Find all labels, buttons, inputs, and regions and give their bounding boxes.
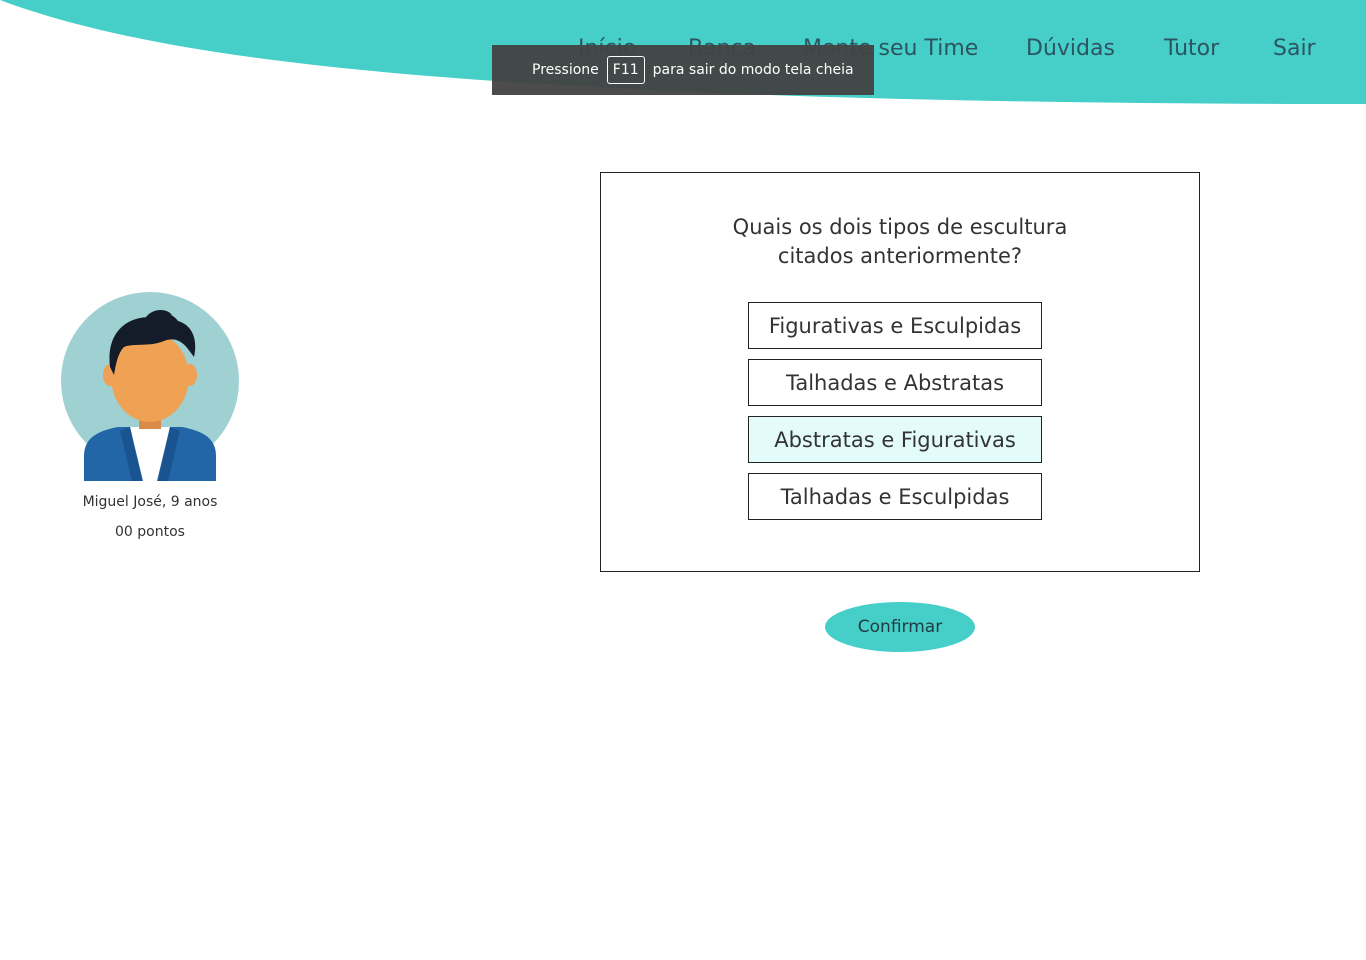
- fullscreen-notice-text-after: para sair do modo tela cheia: [652, 62, 854, 78]
- boy-avatar-icon: [61, 292, 239, 481]
- profile-name: Miguel José, 9 anos: [82, 494, 218, 510]
- answer-option-3[interactable]: Abstratas e Figurativas: [748, 416, 1042, 463]
- question-line-2: citados anteriormente?: [777, 244, 1023, 268]
- profile-points: 00 pontos: [115, 524, 185, 540]
- answer-option-2[interactable]: Talhadas e Abstratas: [748, 359, 1042, 406]
- fullscreen-notice: Pressione F11 para sair do modo tela che…: [492, 45, 874, 95]
- fullscreen-key: F11: [606, 56, 645, 84]
- fullscreen-notice-text-before: Pressione: [532, 62, 599, 78]
- confirm-button[interactable]: Confirmar: [825, 602, 975, 652]
- answer-option-4[interactable]: Talhadas e Esculpidas: [748, 473, 1042, 520]
- nav-item-tutor[interactable]: Tutor: [1164, 36, 1219, 61]
- answer-option-1[interactable]: Figurativas e Esculpidas: [748, 302, 1042, 349]
- nav-item-sair[interactable]: Sair: [1273, 36, 1316, 61]
- question-text: Quais os dois tipos de escultura citados…: [601, 213, 1199, 271]
- question-line-1: Quais os dois tipos de escultura: [732, 215, 1068, 239]
- quiz-card: Quais os dois tipos de escultura citados…: [600, 172, 1200, 572]
- nav-item-duvidas[interactable]: Dúvidas: [1026, 36, 1115, 61]
- quiz-page: Início Banca Monte seu Time Dúvidas Tuto…: [0, 0, 1366, 960]
